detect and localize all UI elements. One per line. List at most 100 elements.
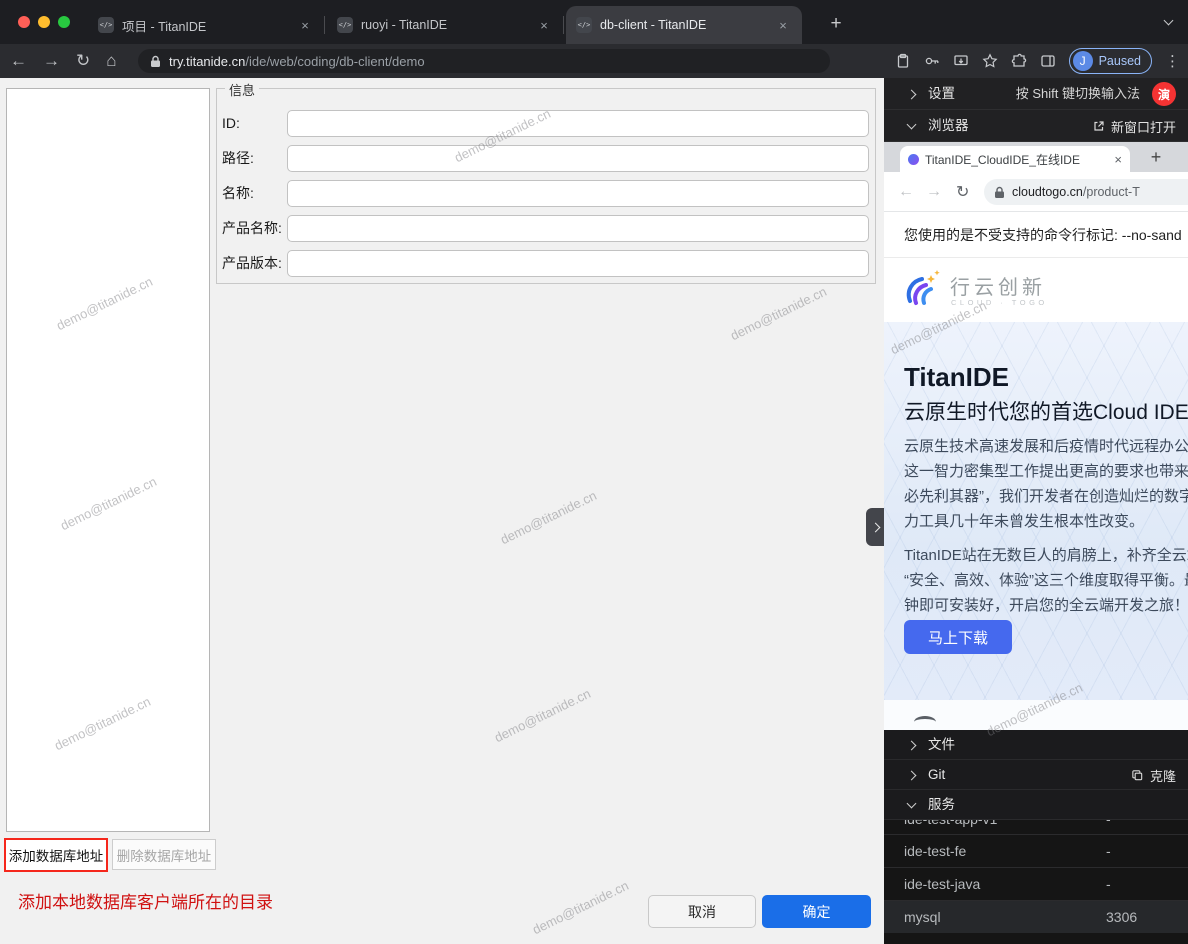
chevron-right-icon: [870, 522, 880, 532]
browser-tab-db-client[interactable]: </> db-client - TitanIDE ×: [566, 6, 802, 44]
service-row[interactable]: mysql 3306: [884, 900, 1188, 933]
delete-db-address-button[interactable]: 删除数据库地址: [112, 839, 216, 870]
embedded-nav-bar: ← → ↻ cloudtogo.cn/product-T: [884, 172, 1188, 212]
forward-button[interactable]: →: [43, 51, 60, 71]
settings-label: 设置: [928, 78, 955, 110]
cancel-button[interactable]: 取消: [648, 895, 756, 928]
url-path: /ide/web/coding/db-client/demo: [245, 54, 424, 69]
minimize-window-icon[interactable]: [38, 16, 50, 28]
tab-strip: </> 项目 - TitanIDE × </> ruoyi - TitanIDE…: [0, 0, 1188, 44]
field-label-path: 路径:: [222, 145, 254, 172]
back-button[interactable]: ←: [10, 51, 27, 71]
main-content: 信息 ID: 路径: 名称: 产品名称: 产品版本: 添加数据库地址 删除数据库…: [0, 78, 884, 944]
brand-subtitle: CLOUD · TOGO: [951, 298, 1048, 307]
tab-close-icon[interactable]: ×: [296, 16, 314, 34]
maximize-window-icon[interactable]: [58, 16, 70, 28]
browser-section-header[interactable]: 浏览器 新窗口打开: [884, 110, 1188, 142]
browser-tab-ruoyi[interactable]: </> ruoyi - TitanIDE ×: [327, 6, 563, 44]
open-new-window-button[interactable]: 新窗口打开: [1093, 110, 1176, 142]
git-clone-button[interactable]: 克隆: [1131, 760, 1176, 790]
product-version-input[interactable]: [287, 250, 869, 277]
profile-pill[interactable]: J Paused: [1069, 48, 1152, 74]
add-db-address-button[interactable]: 添加数据库地址: [4, 838, 108, 872]
tab-close-icon[interactable]: ×: [535, 16, 553, 34]
service-port: -: [1106, 868, 1111, 901]
url-domain: cloudtogo.cn: [1012, 185, 1083, 199]
tab-separator: [324, 16, 325, 34]
chevron-right-icon: [907, 741, 917, 751]
side-panel-icon[interactable]: [1040, 53, 1056, 69]
brand-section: 行云创新 CLOUD · TOGO: [884, 258, 1188, 322]
paragraph-line: 这一智力密集型工作提出更高的要求也带来了: [904, 459, 1188, 484]
refresh-button[interactable]: ↻: [956, 172, 969, 212]
demo-badge[interactable]: 演: [1152, 82, 1176, 106]
path-input[interactable]: [287, 145, 869, 172]
tab-close-icon[interactable]: ×: [774, 16, 792, 34]
install-icon[interactable]: [953, 53, 969, 69]
paragraph-line: TitanIDE站在无数巨人的肩膀上，补齐全云端: [904, 543, 1188, 568]
git-section-header[interactable]: Git 克隆: [884, 760, 1188, 790]
services-label: 服务: [928, 790, 955, 820]
service-row[interactable]: ide-test-fe -: [884, 834, 1188, 867]
tab-title: 项目 - TitanIDE: [122, 16, 296, 35]
clipboard-icon[interactable]: [895, 53, 911, 69]
tab-search-chevron-icon[interactable]: [1164, 16, 1174, 26]
download-button[interactable]: 马上下载: [904, 620, 1012, 654]
tab-title: ruoyi - TitanIDE: [361, 18, 535, 32]
partial-logo-fragment: [914, 716, 936, 728]
avatar: J: [1073, 51, 1093, 71]
services-section-header[interactable]: 服务: [884, 790, 1188, 820]
menu-icon[interactable]: ⋮: [1165, 52, 1180, 70]
extensions-icon[interactable]: [1011, 53, 1027, 69]
refresh-button[interactable]: ↻: [76, 51, 90, 71]
home-button[interactable]: ⌂: [106, 51, 116, 71]
browser-tab-project[interactable]: </> 项目 - TitanIDE ×: [88, 6, 324, 44]
back-button[interactable]: ←: [898, 172, 914, 212]
browser-toolbar: ← → ↻ ⌂ try.titanide.cn/ide/web/coding/d…: [0, 44, 1188, 78]
address-bar[interactable]: try.titanide.cn/ide/web/coding/db-client…: [138, 49, 830, 73]
product-name-input[interactable]: [287, 215, 869, 242]
embedded-address-bar[interactable]: cloudtogo.cn/product-T: [984, 179, 1188, 205]
settings-section-header[interactable]: 设置 按 Shift 键切换输入法 演: [884, 78, 1188, 110]
confirm-button[interactable]: 确定: [762, 895, 871, 928]
id-input[interactable]: [287, 110, 869, 137]
new-tab-button[interactable]: +: [824, 12, 848, 36]
field-label-id: ID:: [222, 110, 240, 137]
forward-button[interactable]: →: [926, 172, 942, 212]
tab-title: db-client - TitanIDE: [600, 18, 774, 32]
chevron-down-icon: [907, 799, 917, 809]
field-label-product-name: 产品名称:: [222, 215, 282, 242]
bookmark-star-icon[interactable]: [982, 53, 998, 69]
cloudtogo-logo-icon: [898, 267, 944, 313]
site-favicon: [908, 154, 919, 165]
service-port: -: [1106, 835, 1111, 868]
service-row[interactable]: ide-test-java -: [884, 867, 1188, 900]
service-name: ide-test-java: [904, 868, 980, 901]
unsupported-flag-warning: 您使用的是不受支持的命令行标记: --no-sand: [884, 212, 1188, 258]
clone-icon: [1131, 769, 1144, 782]
open-in-new-icon: [1093, 120, 1105, 132]
embedded-tab-bar: TitanIDE_CloudIDE_在线IDE × +: [884, 142, 1188, 172]
code-icon: </>: [576, 17, 592, 33]
files-section-header[interactable]: 文件: [884, 730, 1188, 760]
panel-collapse-handle[interactable]: [866, 508, 884, 546]
clone-label: 克隆: [1150, 766, 1176, 785]
hero-subtitle: 云原生时代您的首选Cloud IDE: [904, 396, 1188, 426]
service-port: 3306: [1106, 901, 1137, 934]
code-icon: </>: [337, 17, 353, 33]
files-label: 文件: [928, 730, 955, 760]
key-icon[interactable]: [924, 53, 940, 69]
browser-window: </> 项目 - TitanIDE × </> ruoyi - TitanIDE…: [0, 0, 1188, 944]
embedded-new-tab-button[interactable]: +: [1144, 145, 1168, 169]
close-window-icon[interactable]: [18, 16, 30, 28]
chevron-down-icon: [907, 120, 917, 130]
name-input[interactable]: [287, 180, 869, 207]
fieldset-legend: 信息: [225, 80, 259, 99]
embedded-browser-tab[interactable]: TitanIDE_CloudIDE_在线IDE ×: [900, 146, 1130, 172]
paragraph-line: 钟即可安装好，开启您的全云端开发之旅！: [904, 593, 1188, 618]
window-controls[interactable]: [18, 16, 70, 28]
hero-section: TitanIDE 云原生时代您的首选Cloud IDE 云原生技术高速发展和后疫…: [884, 322, 1188, 700]
tab-close-icon[interactable]: ×: [1114, 152, 1122, 167]
browser-label: 浏览器: [928, 110, 969, 142]
annotation-text: 添加本地数据库客户端所在的目录: [18, 888, 273, 913]
